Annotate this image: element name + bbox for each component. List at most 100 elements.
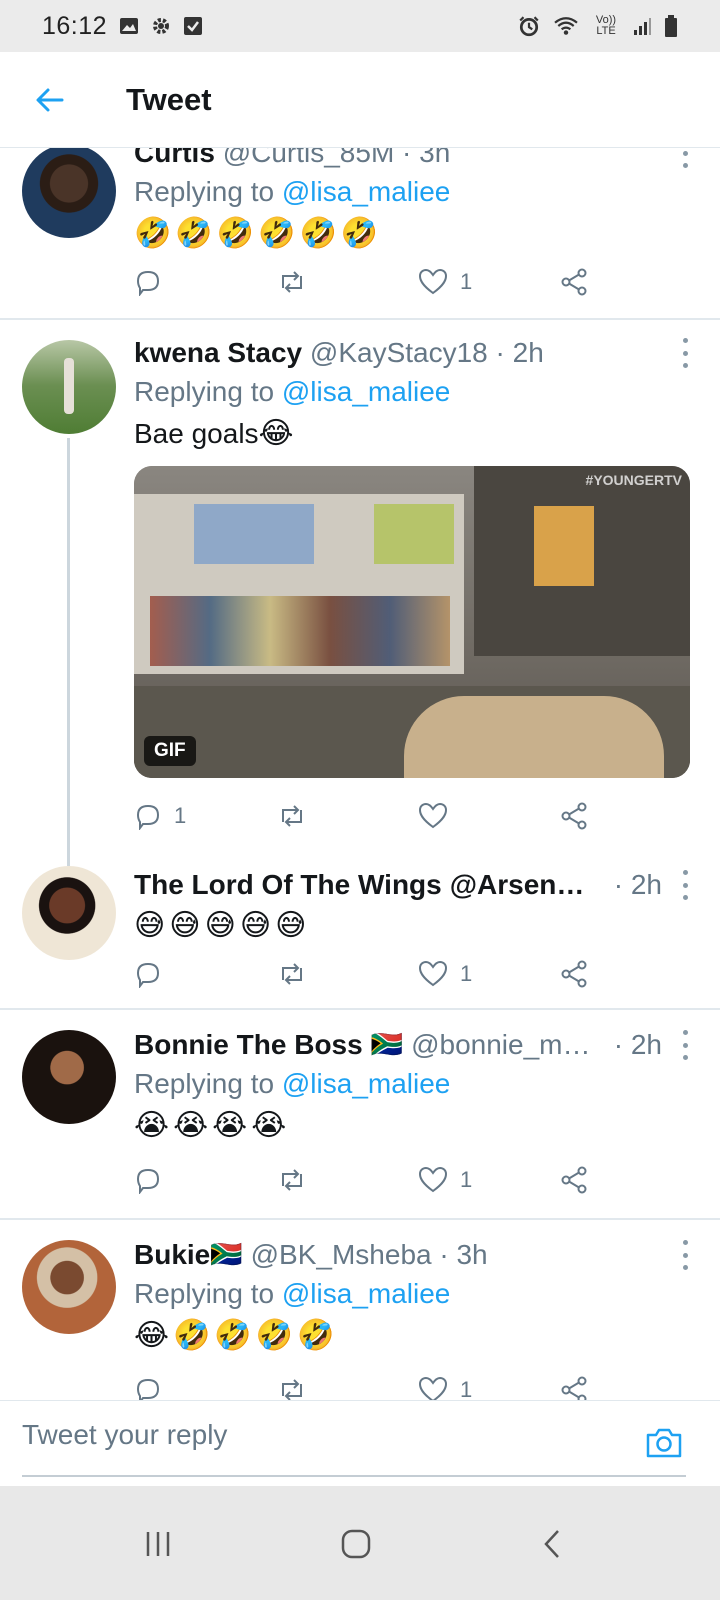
author-name[interactable]: kwena Stacy (134, 337, 302, 368)
reply-input[interactable]: Tweet your reply (22, 1419, 227, 1451)
share-icon (561, 802, 587, 830)
tweet-lord-of-the-wings[interactable]: The Lord Of The Wings @Arsen… · 2h 😅 😅 😅… (0, 866, 720, 1008)
gear-icon (153, 18, 170, 34)
gif-media[interactable]: #YOUNGERTV GIF (134, 466, 690, 778)
mention-link[interactable]: @lisa_maliee (282, 176, 451, 207)
signal-icon (634, 18, 651, 35)
avatar[interactable] (22, 148, 116, 238)
tweet-text: 🤣 🤣 🤣 🤣 🤣 🤣 (134, 216, 379, 251)
reply-button[interactable]: 1 (134, 802, 186, 830)
share-button[interactable] (560, 960, 588, 988)
image-icon (120, 18, 139, 34)
tweet-curtis[interactable]: Curtis @Curtis_85M · 3h Replying to @lis… (0, 148, 720, 318)
tweet-bukie[interactable]: Bukie 🇿🇦 @BK_Msheba · 3h Replying to @li… (0, 1220, 720, 1428)
tweet-feed[interactable]: Curtis @Curtis_85M · 3h Replying to @lis… (0, 148, 720, 1428)
camera-button[interactable] (644, 1423, 684, 1463)
status-time: 16:12 (42, 11, 108, 40)
avatar[interactable] (22, 866, 116, 960)
reply-count: 1 (174, 803, 187, 828)
app-bar: Tweet (0, 52, 720, 148)
heart-icon (418, 268, 448, 295)
replying-to: Replying to @lisa_maliee (134, 1068, 451, 1099)
like-count: 1 (460, 269, 473, 294)
replying-to: Replying to @lisa_maliee (134, 1278, 451, 1309)
avatar[interactable] (22, 1240, 116, 1334)
replying-to: Replying to @lisa_maliee (134, 376, 451, 407)
recent-apps-icon (146, 1532, 170, 1556)
tweet-text: 😅 😅 😅 😅 😅 (134, 908, 307, 943)
retweet-button[interactable] (276, 802, 308, 830)
tweet-header: The Lord Of The Wings @Arsen… · 2h (134, 866, 690, 904)
more-options-icon[interactable] (678, 1030, 692, 1060)
heart-icon (418, 960, 448, 987)
share-button[interactable] (560, 1166, 588, 1194)
share-button[interactable] (560, 268, 588, 296)
author-name[interactable]: Bonnie The Boss (134, 1026, 363, 1064)
author-handle: @bonnie_m… (411, 1029, 591, 1060)
home-button[interactable] (326, 1514, 386, 1574)
like-button[interactable]: 1 (418, 1166, 472, 1194)
tweet-header: Bonnie The Boss 🇿🇦 @bonnie_m… · 2h (134, 1026, 690, 1064)
battery-icon (665, 15, 677, 37)
retweet-icon (282, 1169, 302, 1191)
more-options-icon[interactable] (678, 338, 692, 368)
tweet-kwena-stacy[interactable]: kwena Stacy @KayStacy18 · 2h Replying to… (0, 320, 720, 866)
mention-link[interactable]: @lisa_maliee (282, 1068, 451, 1099)
reply-button[interactable] (134, 960, 162, 988)
more-options-icon[interactable] (678, 870, 692, 900)
avatar[interactable] (22, 1030, 116, 1124)
share-icon (561, 268, 587, 296)
like-button[interactable]: 1 (418, 268, 472, 296)
author-handle: @Curtis_85M · 3h (222, 148, 451, 168)
author-name[interactable]: Curtis (134, 148, 215, 168)
check-box-icon (184, 17, 203, 35)
home-icon (341, 1529, 371, 1559)
avatar[interactable] (22, 340, 116, 434)
flag-icon: 🇿🇦 (370, 1030, 404, 1060)
share-icon (561, 960, 587, 988)
like-count: 1 (460, 961, 473, 986)
reply-button[interactable] (134, 1166, 162, 1194)
tweet-header: Curtis @Curtis_85M · 3h (134, 148, 690, 172)
wifi-icon (554, 17, 578, 35)
reply-composer: Tweet your reply (0, 1400, 720, 1486)
tweet-text: 😂 🤣 🤣 🤣 🤣 (134, 1318, 335, 1353)
author-name[interactable]: Bukie (134, 1236, 210, 1274)
comment-icon (136, 962, 160, 988)
tweet-bonnie-the-boss[interactable]: Bonnie The Boss 🇿🇦 @bonnie_m… · 2h Reply… (0, 1010, 720, 1218)
tweet-header: Bukie 🇿🇦 @BK_Msheba · 3h (134, 1236, 690, 1274)
heart-icon (418, 1166, 448, 1193)
back-nav-button[interactable] (522, 1514, 582, 1574)
retweet-button[interactable] (276, 268, 308, 296)
back-button[interactable] (20, 70, 80, 130)
flag-icon: 🇿🇦 (210, 1240, 243, 1270)
arrow-left-icon (36, 88, 64, 111)
thread-line (67, 438, 70, 866)
comment-icon (136, 270, 160, 296)
author-name[interactable]: The Lord Of The Wings (134, 866, 442, 904)
heart-icon (418, 802, 448, 829)
comment-icon (136, 1168, 160, 1194)
page-title: Tweet (126, 81, 212, 117)
watermark: #YOUNGERTV (585, 472, 682, 488)
more-options-icon[interactable] (678, 1240, 692, 1270)
like-button[interactable] (418, 802, 448, 830)
retweet-icon (282, 271, 302, 293)
comment-icon (136, 804, 160, 830)
author-handle: @Arsen… (449, 869, 585, 900)
mention-link[interactable]: @lisa_maliee (282, 376, 451, 407)
retweet-button[interactable] (276, 960, 308, 988)
share-icon (561, 1166, 587, 1194)
more-options-icon[interactable] (678, 148, 692, 168)
reply-button[interactable] (134, 268, 162, 296)
recent-apps-button[interactable] (128, 1514, 188, 1574)
tweet-header: kwena Stacy @KayStacy18 · 2h (134, 334, 690, 372)
share-button[interactable] (560, 802, 588, 830)
retweet-icon (282, 963, 302, 985)
like-button[interactable]: 1 (418, 960, 472, 988)
tweet-text: 😭 😭 😭 😭 (134, 1108, 287, 1143)
retweet-button[interactable] (276, 1166, 308, 1194)
status-bar: 16:12 Vo)) LTE (0, 0, 720, 52)
replying-to: Replying to @lisa_maliee (134, 176, 451, 207)
mention-link[interactable]: @lisa_maliee (282, 1278, 451, 1309)
